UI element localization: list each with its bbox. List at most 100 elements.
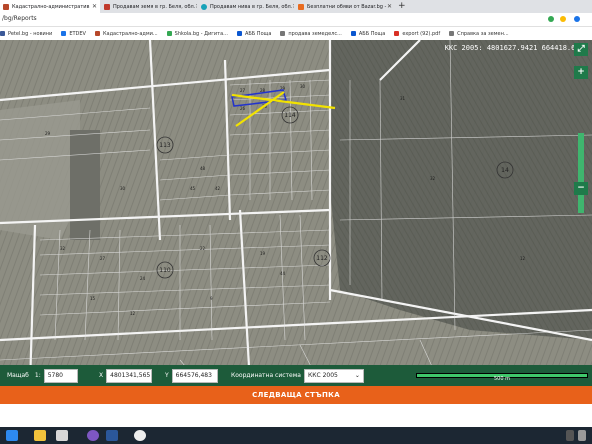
tray-icon[interactable]: [578, 430, 586, 441]
svg-text:42: 42: [215, 186, 221, 191]
viber-icon[interactable]: [87, 430, 99, 441]
parcel-label: 14: [501, 167, 509, 174]
svg-text:27: 27: [100, 256, 106, 261]
svg-text:22: 22: [200, 246, 206, 251]
svg-text:45: 45: [190, 186, 196, 191]
tab-label: Продавам нива в гр. Беля, обл.: [210, 3, 293, 10]
close-icon[interactable]: ✕: [195, 3, 197, 10]
tab-label: Кадастрално-административ: [12, 3, 90, 10]
bookmark-item[interactable]: Shkola.bg - Дигита...: [166, 31, 228, 37]
extension-icon[interactable]: [560, 16, 566, 22]
scale-input[interactable]: 5780: [43, 368, 78, 383]
address-bar[interactable]: /bg/Reports: [0, 13, 592, 27]
site-icon: [201, 3, 207, 10]
parcel-label: 113: [159, 142, 171, 149]
scale-field: Мащаб 1: 5780: [4, 368, 78, 383]
taskbar: [0, 427, 592, 444]
crs-value: ККС 2005: [307, 372, 338, 379]
tab-bazar[interactable]: Безплатни обяви от Bazar.bg - ✕: [295, 0, 395, 13]
bookmark-item[interactable]: ETDEV: [61, 31, 86, 37]
scalebar-label: 500 m: [494, 376, 511, 382]
tab-label: Безплатни обяви от Bazar.bg -: [307, 3, 387, 10]
tab-field-sale[interactable]: Продавам нива в гр. Беля, обл. ✕: [198, 0, 294, 13]
zoom-out-button[interactable]: −: [574, 182, 588, 195]
parcel-label: 114: [284, 112, 296, 119]
url-text[interactable]: /bg/Reports: [2, 15, 37, 22]
svg-text:26: 26: [240, 106, 246, 111]
chevron-down-icon: ⌄: [354, 372, 360, 379]
tray-icon[interactable]: [566, 430, 574, 441]
zoom-slider[interactable]: [578, 133, 584, 213]
site-icon: [104, 3, 110, 10]
bookmark-icon: [0, 31, 5, 36]
next-step-button[interactable]: СЛЕДВАЩА СТЪПКА: [0, 386, 592, 404]
bookmark-icon: [61, 31, 67, 36]
svg-text:30: 30: [300, 84, 306, 89]
bazar-icon: [298, 3, 304, 10]
x-field: X 4801341,565: [96, 368, 153, 383]
profile-icon[interactable]: [574, 16, 580, 22]
bookmark-icon: [94, 31, 100, 36]
bookmark-item[interactable]: export (92).pdf: [394, 31, 440, 37]
bookmark-icon: [449, 31, 455, 36]
svg-text:15: 15: [90, 296, 96, 301]
bookmarks-bar: Petel.bg - новини ETDEV Кадастрално-адми…: [0, 27, 592, 41]
svg-text:24: 24: [140, 276, 146, 281]
y-field: Y 664576,483: [162, 368, 218, 383]
tab-cadastre[interactable]: Кадастрално-административ ✕: [0, 0, 100, 13]
svg-text:31: 31: [400, 96, 406, 101]
svg-text:32: 32: [430, 176, 436, 181]
bookmark-item[interactable]: Справка за земен...: [449, 31, 509, 37]
crs-label: Координатна система: [231, 372, 301, 379]
tab-land-sale[interactable]: Продавам земя в гр. Беля, обл. ✕: [101, 0, 197, 13]
map-canvas[interactable]: 113 114 110 112 14 272829 302630 484542 …: [0, 40, 592, 384]
bookmark-item[interactable]: Кадастрално-адми...: [94, 31, 158, 37]
svg-text:30: 30: [120, 186, 126, 191]
parcel-label: 110: [159, 267, 171, 274]
close-icon[interactable]: ✕: [92, 3, 97, 10]
zoom-in-button[interactable]: +: [574, 66, 588, 79]
y-coordinate-input[interactable]: 664576,483: [171, 368, 218, 383]
cursor-coordinates: ККС 2005: 4801627.9421 664418.6573: [444, 44, 588, 52]
bookmark-item[interactable]: Petel.bg - новини: [0, 31, 52, 37]
svg-text:44: 44: [280, 271, 286, 276]
fullscreen-button[interactable]: ⤢: [574, 43, 588, 56]
bookmark-icon: [166, 31, 172, 36]
parcel-label: 112: [316, 255, 328, 262]
bookmark-item[interactable]: АББ Поща: [236, 31, 271, 37]
new-tab-icon[interactable]: +: [398, 1, 406, 11]
x-label: X: [99, 372, 104, 379]
close-icon[interactable]: ✕: [387, 3, 392, 10]
svg-text:19: 19: [260, 251, 266, 256]
folder-icon[interactable]: [34, 430, 46, 441]
svg-text:12: 12: [520, 256, 526, 261]
browser-tab-bar: Кадастрално-административ ✕ Продавам зем…: [0, 0, 592, 13]
bookmark-item[interactable]: продава земеделс...: [280, 31, 342, 37]
start-icon[interactable]: [6, 430, 18, 441]
svg-text:29: 29: [45, 131, 51, 136]
bookmark-icon: [236, 31, 242, 36]
svg-text:27: 27: [240, 88, 246, 93]
map-scalebar: 500 m: [416, 373, 588, 382]
svg-text:12: 12: [130, 311, 136, 316]
scale-prefix: 1:: [34, 372, 41, 379]
bookmark-icon: [350, 31, 356, 36]
extension-icon[interactable]: [548, 16, 554, 22]
bookmark-icon: [394, 31, 400, 36]
y-label: Y: [165, 372, 169, 379]
cadastre-icon: [3, 3, 9, 10]
scale-label: Мащаб: [7, 372, 29, 379]
close-icon[interactable]: ✕: [292, 3, 294, 10]
word-icon[interactable]: [106, 430, 118, 441]
bookmark-icon: [280, 31, 286, 36]
svg-text:32: 32: [60, 246, 66, 251]
svg-text:48: 48: [200, 166, 206, 171]
app-icon[interactable]: [56, 430, 68, 441]
x-coordinate-input[interactable]: 4801341,565: [106, 368, 153, 383]
bookmark-item[interactable]: АББ Поща: [350, 31, 385, 37]
crs-select[interactable]: ККС 2005 ⌄: [303, 368, 364, 383]
chrome-icon[interactable]: [134, 430, 146, 441]
cadastral-map[interactable]: 113 114 110 112 14 272829 302630 484542 …: [0, 40, 592, 384]
tab-label: Продавам земя в гр. Беля, обл.: [113, 3, 196, 10]
crs-field: Координатна система ККС 2005 ⌄: [228, 368, 364, 383]
